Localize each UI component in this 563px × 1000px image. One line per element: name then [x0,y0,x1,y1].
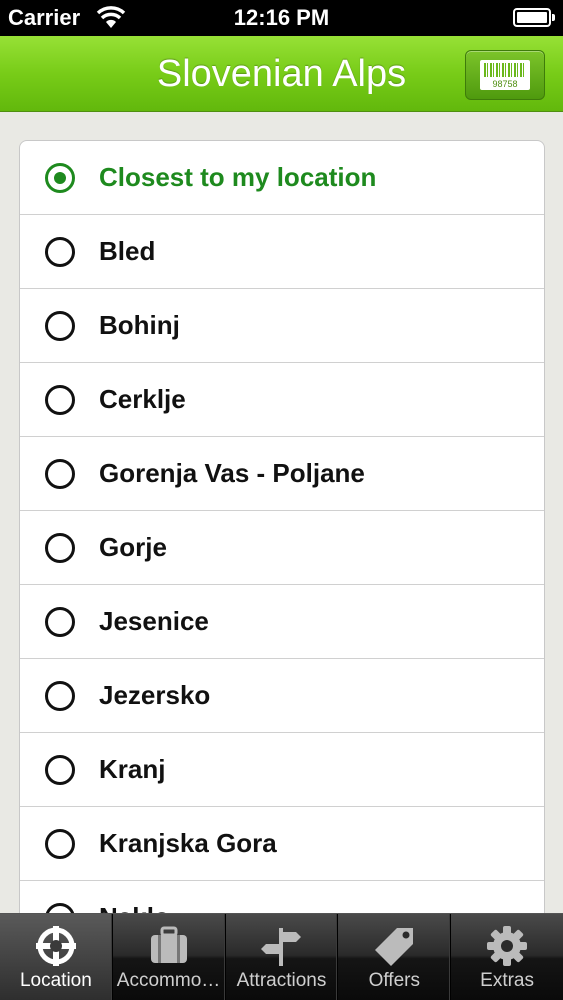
clock: 12:16 PM [233,5,330,30]
tab-label: Location [19,970,92,991]
tab-bar: Location Accommodation Attractions Offer… [0,913,563,1000]
barcode-number: 98758 [492,79,518,89]
list-item-label: Jezersko [99,680,211,710]
tab-accommodation[interactable]: Accommodation [113,914,226,1000]
list-item[interactable]: Kranj [20,733,544,807]
barcode-icon: 98758 [480,60,530,90]
battery-icon [513,8,555,27]
radio-icon [45,310,75,341]
radio-icon [45,458,75,489]
list-item[interactable]: Kranjska Gora [20,807,544,881]
list-item-closest[interactable]: Closest to my location [20,141,544,215]
radio-icon [45,754,75,785]
radio-icon [45,384,75,415]
radio-icon [45,236,75,267]
list-item[interactable]: Cerklje [20,363,544,437]
radio-icon [45,532,75,563]
status-bar: Carrier 12:16 PM [0,0,563,36]
tab-extras[interactable]: Extras [451,914,563,1000]
list-item-label: Kranj [99,754,166,784]
list-item[interactable]: Bohinj [20,289,544,363]
list-item-label: Gorenja Vas - Poljane [99,458,365,488]
tab-label: Attractions [236,970,327,991]
tag-icon [375,928,414,966]
tab-offers[interactable]: Offers [338,914,452,1000]
list-item[interactable]: Gorje [20,511,544,585]
list-item[interactable]: Jezersko [20,659,544,733]
list-item-label: Kranjska Gora [99,828,277,858]
list-item-label: Bohinj [99,310,180,340]
gear-icon [487,926,528,966]
location-list: Closest to my location Bled Bohinj Cerkl… [19,140,545,940]
list-item-label: Gorje [99,532,167,562]
tab-label: Extras [480,970,535,991]
crosshair-icon [35,926,76,966]
tab-location[interactable]: Location [0,914,113,1000]
barcode-button[interactable]: 98758 [465,50,545,100]
signpost-icon [261,928,302,966]
suitcase-icon [150,926,187,963]
navigation-bar: Slovenian Alps 98758 [0,36,563,112]
radio-icon [45,680,75,711]
list-item-label: Bled [99,236,156,266]
list-item[interactable]: Jesenice [20,585,544,659]
tab-label: Offers [368,970,420,991]
tab-label: Accommodation [116,970,225,991]
radio-icon [45,828,75,859]
radio-icon [45,606,75,637]
list-item[interactable]: Gorenja Vas - Poljane [20,437,544,511]
list-item-label: Closest to my location [99,162,377,192]
radio-selected-icon [45,162,75,193]
list-item[interactable]: Bled [20,215,544,289]
tab-attractions[interactable]: Attractions [226,914,339,1000]
list-item-label: Cerklje [99,384,186,414]
list-item-label: Jesenice [99,606,209,636]
